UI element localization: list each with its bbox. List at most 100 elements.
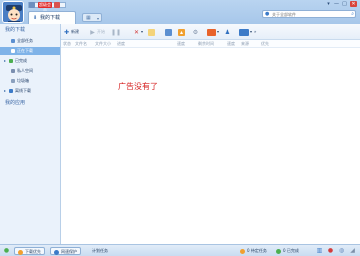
move-button[interactable] [165,27,173,36]
expand-arrow-icon[interactable]: ▸ [4,57,6,65]
settings-button[interactable]: ⚙ [192,27,200,36]
all-tasks-icon [11,39,15,43]
private-space-icon [11,69,15,73]
delete-button[interactable]: ✕ ▾ [133,27,143,36]
close-button[interactable]: ✕ [350,1,357,7]
folder-icon [148,28,155,36]
pending-icon [240,248,245,254]
chevron-down-icon: ▾ [250,29,253,34]
download-first-label: 下载优先 [25,249,41,254]
pause-button[interactable]: ❚❚ [111,27,122,36]
column-filesize[interactable]: 文件大小 [95,40,111,48]
message-icon[interactable] [54,2,60,8]
sidebar-item-private-space[interactable]: 私人空间 [0,67,60,75]
grid-icon: ▦ [86,15,91,21]
column-status[interactable]: 状态 [63,40,71,48]
app-button[interactable]: ▾» [239,27,256,36]
app-icon [239,28,249,36]
vip-badge[interactable]: 超级会员 [38,2,52,13]
priority-up-button[interactable]: ▴ [178,27,186,36]
open-folder-button[interactable] [148,27,156,36]
title-bar: 超级会员 ⬇ 我的下载 ▦ ▾ ▾ — □ ✕ ● ⌕ [0,0,360,24]
expand-arrow-icon[interactable]: ▸ [4,87,6,95]
sidebar: 我的下载 全部任务 正在下载 ▸ 已完成 私人空间 垃圾箱 ▸ 离线下载 我的应… [0,24,61,244]
column-speed[interactable]: 速度 [177,40,185,48]
new-task-icon: ✚ [63,28,70,36]
completed-count-label: 已完成 [286,248,299,253]
column-speed-2[interactable]: 速度 [227,40,235,48]
user-avatar[interactable] [2,1,24,23]
start-button[interactable]: ▶ 开始 [89,27,105,36]
settings-icon: ⚙ [192,28,199,36]
more-icon: » [254,29,257,34]
sidebar-item-downloading[interactable]: 正在下载 [0,47,60,55]
speed-protect-tab[interactable]: 网速保护 [50,247,81,255]
completed-count[interactable]: 0 已完成 [276,247,299,255]
sidebar-section-downloads[interactable]: 我的下载 [5,27,25,34]
offline-download-icon [9,89,13,93]
column-remaining[interactable]: 剩余时间 [198,40,214,48]
search-box[interactable]: ● ⌕ [262,10,356,18]
sidebar-item-label: 私人空间 [17,68,33,73]
location-icon[interactable]: ● [327,247,334,254]
user-button[interactable]: ♟ [224,27,232,36]
chevron-down-icon: ▾ [96,16,99,21]
move-icon [165,28,172,36]
user-icon: ♟ [224,28,231,36]
tab-label: 我的下载 [40,15,61,21]
completed-icon [9,59,13,63]
sidebar-item-all-tasks[interactable]: 全部任务 [0,37,60,45]
column-header: 状态 文件名 文件大小 进度 速度 剩余时间 速度 来源 优先 [61,40,360,48]
delete-icon: ✕ [133,28,140,36]
sidebar-item-offline-download[interactable]: ▸ 离线下载 [0,87,60,95]
completed-count-value: 0 [283,248,286,253]
menu-button[interactable]: ▾ [325,1,332,7]
scheduled-tasks-label: 计划任务 [92,248,108,253]
status-indicator-icon: ● [3,247,10,254]
start-label: 开始 [97,29,105,34]
column-source[interactable]: 来源 [241,40,249,48]
status-bar: 下载优先 网速保护 计划任务 ● 0 待定任务 0 已完成 ▥ ● ◍ ◢ [0,244,360,256]
pending-count-value: 0 [247,248,250,253]
speed-protect-icon [54,249,59,255]
search-input[interactable] [272,11,346,17]
scheduled-tasks[interactable]: 计划任务 [92,247,108,255]
sidebar-section-apps[interactable]: 我的应用 [5,100,25,107]
tab-my-downloads[interactable]: ⬇ 我的下载 [28,11,76,24]
sidebar-item-label: 离线下载 [15,88,31,93]
download-first-icon [18,249,23,255]
new-task-button[interactable]: ✚ 新建 [63,27,79,36]
download-first-tab[interactable]: 下载优先 [14,247,45,255]
sidebar-item-trash[interactable]: 垃圾箱 [0,77,60,85]
maximize-button[interactable]: □ [341,1,348,7]
pause-icon: ❚❚ [111,28,122,36]
resize-grip-icon[interactable]: ◢ [349,247,356,254]
sidebar-item-label: 垃圾箱 [17,78,29,83]
sidebar-item-completed[interactable]: ▸ 已完成 [0,57,60,65]
sidebar-item-label: 已完成 [15,58,27,63]
search-go-icon[interactable]: ⌕ [351,11,354,18]
column-filename[interactable]: 文件名 [75,40,87,48]
police-avatar-icon [3,2,23,22]
pending-count[interactable]: 0 待定任务 [240,247,267,255]
column-progress[interactable]: 进度 [117,40,125,48]
column-priority[interactable]: 优先 [261,40,269,48]
speed-icon [207,28,216,36]
play-icon: ▶ [90,28,95,36]
pending-count-label: 待定任务 [250,248,267,253]
up-icon: ▴ [178,28,185,36]
speed-protect-label: 网速保护 [61,249,77,254]
tab-apps[interactable]: ▦ ▾ [82,13,102,22]
speed-graph-icon[interactable]: ▥ [316,247,323,254]
search-icon: ● [265,11,270,17]
account-icon[interactable] [29,2,35,8]
sidebar-item-label: 正在下载 [17,48,33,53]
globe-icon[interactable]: ◍ [338,247,345,254]
completed-count-icon [276,248,281,254]
main-panel: ✚ 新建 ▶ 开始 ❚❚ ✕ ▾ ▴ ⚙ ▾ ♟ ▾» 状态 文件名 文件大小 … [61,24,360,244]
minimize-button[interactable]: — [333,1,340,7]
speed-button[interactable]: ▾ [207,27,219,36]
chevron-down-icon: ▾ [217,29,220,34]
ad-message: 广告没有了 [118,82,158,91]
downloading-icon [11,49,15,53]
